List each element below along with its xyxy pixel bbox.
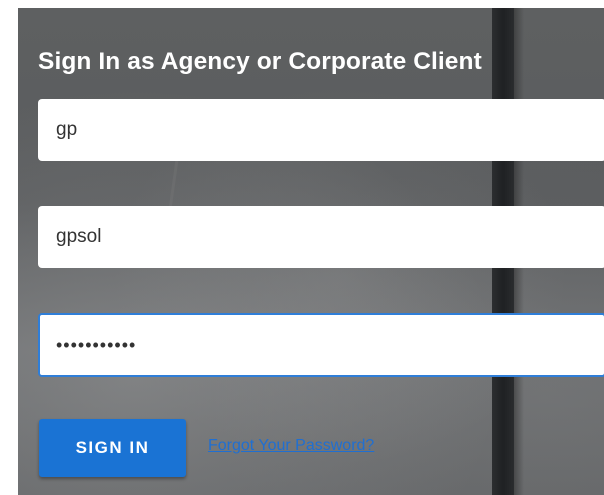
sign-in-title: Sign In as Agency or Corporate Client — [38, 48, 482, 75]
sign-in-panel: Sign In as Agency or Corporate Client SI… — [18, 8, 604, 495]
sign-in-button[interactable]: SIGN IN — [39, 419, 186, 477]
company-field[interactable] — [38, 206, 604, 268]
forgot-password-link[interactable]: Forgot Your Password? — [208, 437, 374, 455]
password-field[interactable] — [38, 313, 604, 377]
page: Sign In as Agency or Corporate Client SI… — [0, 0, 604, 495]
username-field[interactable] — [38, 99, 604, 161]
